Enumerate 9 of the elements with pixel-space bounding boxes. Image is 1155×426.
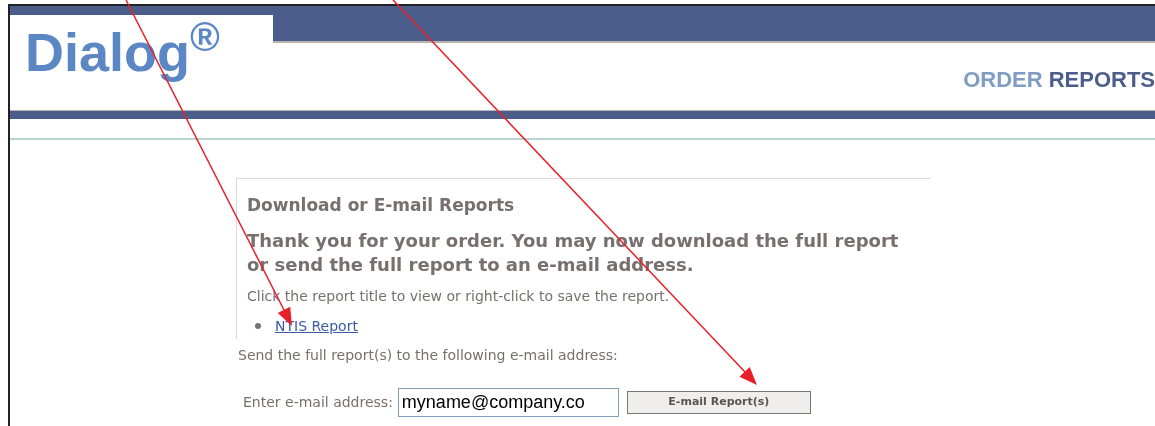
bullet-icon (255, 323, 261, 329)
email-field[interactable]: myname@company.co (397, 387, 619, 417)
section-title: REPORTS (1048, 66, 1155, 94)
panel-heading: Download or E-mail Reports (247, 194, 516, 217)
report-link[interactable]: NTIS Report (275, 315, 358, 337)
email-label: Enter e-mail address: (243, 392, 393, 412)
email-prompt: Send the full report(s) to the following e-mail address: (238, 345, 619, 365)
email-report-button[interactable]: E-mail Report(s) (626, 390, 811, 414)
section-title: ORDER (963, 66, 1043, 94)
